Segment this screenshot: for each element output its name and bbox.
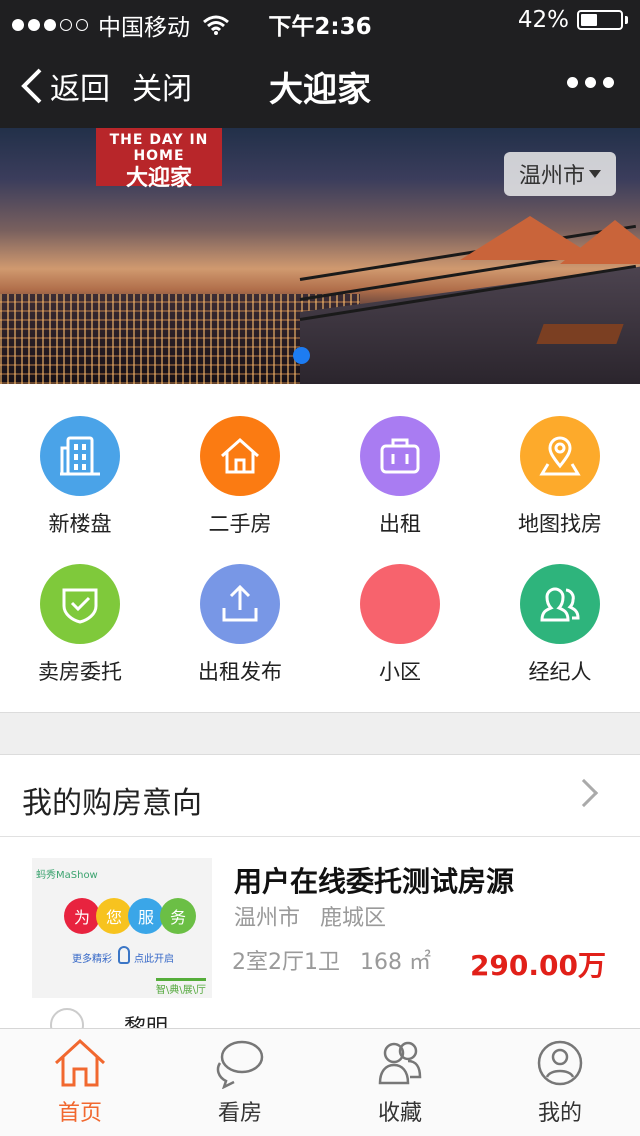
battery-tip — [625, 16, 628, 24]
logo-title: 大迎家 — [125, 165, 192, 191]
tab-viewing[interactable]: 看房 — [160, 1029, 320, 1136]
home-icon — [54, 1038, 106, 1087]
community-icon — [360, 564, 440, 644]
building-icon — [60, 436, 100, 476]
grid-item-second-hand[interactable]: 二手房 — [160, 384, 320, 536]
grid-label: 经纪人 — [528, 660, 592, 684]
tab-label: 首页 — [57, 1101, 102, 1126]
carousel-indicator-dot[interactable] — [293, 347, 310, 364]
thumb-words: 为 您 服 务 — [64, 898, 196, 934]
grid-circle — [200, 564, 280, 644]
brand-logo: THE DAY IN HOME 大迎家 — [96, 128, 222, 191]
grid-circle — [40, 564, 120, 644]
battery-indicator: 42% — [518, 7, 628, 33]
thumb-subtext: 更多精彩 — [72, 954, 112, 965]
grid-item-community[interactable]: 小区 — [320, 532, 480, 684]
agents-icon — [540, 587, 580, 622]
listing-title: 用户在线委托测试房源 — [234, 865, 515, 898]
tab-profile[interactable]: 我的 — [480, 1029, 640, 1136]
purchase-intent-row[interactable]: 我的购房意向 — [0, 755, 640, 837]
thumb-subtext: 点此开启 — [134, 954, 174, 965]
tab-label: 看房 — [217, 1101, 262, 1126]
suitcase-icon — [380, 438, 420, 474]
shield-check-icon — [62, 588, 98, 624]
grid-item-new-homes[interactable]: 新楼盘 — [0, 384, 160, 536]
grid-circle — [200, 416, 280, 496]
grid-item-sell-entrust[interactable]: 卖房委托 — [0, 532, 160, 684]
house-icon — [221, 437, 259, 474]
city-selector[interactable]: 温州市 — [504, 152, 616, 196]
section-divider — [0, 712, 640, 755]
grid-circle — [520, 564, 600, 644]
tab-favorites[interactable]: 收藏 — [320, 1029, 480, 1136]
favorites-icon — [378, 1041, 422, 1085]
thumb-brand: 蚂秀MaShow — [36, 870, 98, 881]
upload-icon — [222, 584, 258, 622]
listing-area: 168 ㎡ — [360, 950, 431, 975]
battery-icon — [577, 10, 623, 30]
grid-item-agents[interactable]: 经纪人 — [480, 532, 640, 684]
status-bar: 中国移动 下午2:36 42% — [0, 0, 640, 41]
caret-down-icon — [589, 170, 601, 178]
grid-circle — [360, 416, 440, 496]
grid-item-rent-publish[interactable]: 出租发布 — [160, 532, 320, 684]
city-selector-label: 温州市 — [518, 164, 585, 189]
listing-thumbnail: 蚂秀MaShow 为 您 服 务 更多精彩 点此开启 智\典\展\厅 — [32, 858, 212, 998]
battery-fill — [581, 14, 597, 26]
tab-home[interactable]: 首页 — [0, 1029, 160, 1136]
grid-label: 小区 — [379, 660, 421, 684]
chevron-right-icon — [569, 778, 599, 808]
avatar — [50, 1008, 84, 1028]
tab-label: 我的 — [537, 1101, 582, 1126]
thumb-word: 您 — [96, 898, 132, 934]
listing-district: 鹿城区 — [320, 906, 387, 931]
section-title: 我的购房意向 — [22, 786, 202, 821]
listing-location: 温州市 鹿城区 — [234, 900, 386, 932]
listing-layout: 2室2厅1卫 — [232, 950, 340, 975]
listing-card[interactable]: 蚂秀MaShow 为 您 服 务 更多精彩 点此开启 智\典\展\厅 用户在线委… — [0, 838, 640, 1028]
thumb-footer: 智\典\展\厅 — [155, 978, 206, 996]
grid-label: 出租发布 — [198, 660, 282, 684]
grid-item-map-search[interactable]: 地图找房 — [480, 384, 640, 536]
feature-grid: 新楼盘 二手房 出租 地图找房 卖房委托 出租发布 小区 经纪人 — [0, 384, 640, 712]
bottom-tab-bar: 首页 看房 收藏 我的 — [0, 1028, 640, 1136]
logo-subtitle: THE DAY IN HOME — [109, 132, 209, 164]
battery-percent: 42% — [517, 7, 569, 33]
tap-hand-icon — [118, 946, 130, 964]
more-options-icon[interactable] — [567, 77, 614, 88]
map-pin-icon — [539, 436, 581, 476]
table-image — [536, 324, 624, 344]
thumb-word: 为 — [64, 898, 100, 934]
listing-city: 温州市 — [234, 906, 301, 931]
profile-icon — [537, 1040, 583, 1086]
grid-circle — [40, 416, 120, 496]
listing-price: 290.00万 — [469, 949, 606, 982]
thumb-word: 务 — [160, 898, 196, 934]
next-listing-name: 黎明 — [124, 1010, 168, 1028]
grid-label: 卖房委托 — [38, 660, 122, 684]
thumb-word: 服 — [128, 898, 164, 934]
grid-circle — [520, 416, 600, 496]
chat-bubble-icon — [216, 1040, 264, 1090]
tab-label: 收藏 — [377, 1101, 422, 1126]
nav-bar: 返回 关闭 大迎家 — [0, 40, 640, 128]
hero-banner[interactable]: THE DAY IN HOME 大迎家 温州市 — [0, 128, 640, 384]
grid-item-rent[interactable]: 出租 — [320, 384, 480, 536]
listing-specs: 2室2厅1卫 168 ㎡ — [232, 944, 431, 976]
page-title: 大迎家 — [269, 70, 371, 110]
